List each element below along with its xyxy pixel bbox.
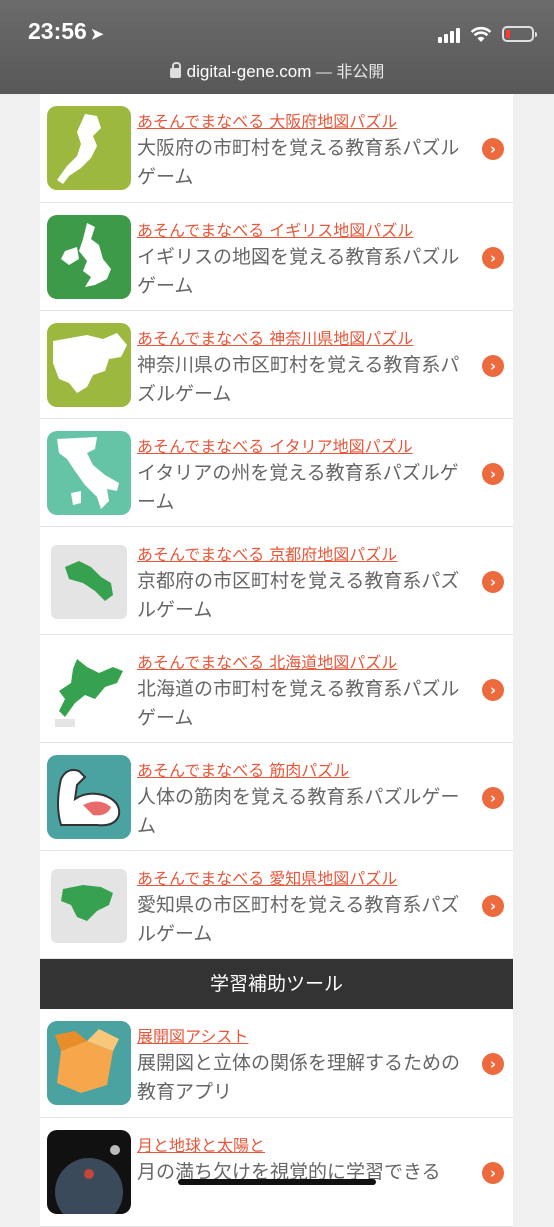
item-description: 愛知県の市区町村を覚える教育系パズルゲーム	[137, 894, 460, 945]
lock-icon	[169, 62, 181, 78]
list-item[interactable]: あそんでまなべる 大阪府地図パズル 大阪府の市町村を覚える教育系パズルゲーム ›	[40, 94, 513, 203]
item-description: イギリスの地図を覚える教育系パズルゲーム	[137, 246, 460, 297]
item-title[interactable]: あそんでまなべる 神奈川県地図パズル	[137, 325, 413, 349]
kyoto-map-icon	[47, 539, 131, 623]
item-title[interactable]: あそんでまなべる 北海道地図パズル	[137, 649, 397, 673]
osaka-map-icon	[47, 106, 131, 190]
chevron-right-icon[interactable]: ›	[482, 355, 504, 377]
list-item[interactable]: あそんでまなべる イタリア地図パズル イタリアの州を覚える教育系パズルゲーム ›	[40, 419, 513, 527]
chevron-right-icon[interactable]: ›	[482, 679, 504, 701]
item-title[interactable]: あそんでまなべる イギリス地図パズル	[137, 217, 413, 241]
item-title[interactable]: あそんでまなべる 京都府地図パズル	[137, 541, 397, 565]
wifi-icon	[470, 26, 492, 42]
uk-map-icon	[47, 215, 131, 299]
aichi-map-icon	[47, 863, 131, 947]
chevron-right-icon[interactable]: ›	[482, 571, 504, 593]
item-description: 北海道の市町村を覚える教育系パズルゲーム	[137, 678, 460, 729]
signal-icon	[438, 25, 460, 43]
item-title[interactable]: あそんでまなべる 愛知県地図パズル	[137, 865, 397, 889]
list-item[interactable]: あそんでまなべる 北海道地図パズル 北海道の市町村を覚える教育系パズルゲーム ›	[40, 635, 513, 743]
item-description: 人体の筋肉を覚える教育系パズルゲーム	[137, 786, 460, 837]
home-indicator[interactable]	[178, 1179, 376, 1185]
section-header: 学習補助ツール	[40, 959, 513, 1009]
system-icons	[438, 22, 537, 46]
list-item[interactable]: あそんでまなべる 神奈川県地図パズル 神奈川県の市区町村を覚える教育系パズルゲー…	[40, 311, 513, 419]
folding-box-icon	[47, 1021, 131, 1105]
chevron-right-icon[interactable]: ›	[482, 247, 504, 269]
item-description: 神奈川県の市区町村を覚える教育系パズルゲーム	[137, 354, 460, 405]
chevron-right-icon[interactable]: ›	[482, 1053, 504, 1075]
location-arrow-icon: ➤	[90, 26, 104, 43]
chevron-right-icon[interactable]: ›	[482, 787, 504, 809]
url-suffix: — 非公開	[311, 64, 385, 81]
list-item[interactable]: あそんでまなべる 筋肉パズル 人体の筋肉を覚える教育系パズルゲーム ›	[40, 743, 513, 851]
moon-earth-icon	[47, 1130, 131, 1214]
muscle-arm-icon	[47, 755, 131, 839]
content-list: あそんでまなべる 大阪府地図パズル 大阪府の市町村を覚える教育系パズルゲーム ›…	[40, 94, 513, 1227]
item-title[interactable]: 月と地球と太陽と	[137, 1132, 265, 1156]
kanagawa-map-icon	[47, 323, 131, 407]
item-title[interactable]: あそんでまなべる 筋肉パズル	[137, 757, 349, 781]
item-title[interactable]: あそんでまなべる 大阪府地図パズル	[137, 108, 397, 132]
item-title[interactable]: 展開図アシスト	[137, 1023, 248, 1047]
chevron-right-icon[interactable]: ›	[482, 463, 504, 485]
chevron-right-icon[interactable]: ›	[482, 895, 504, 917]
italy-map-icon	[47, 431, 131, 515]
item-description: 大阪府の市町村を覚える教育系パズルゲーム	[137, 137, 460, 188]
url-bar[interactable]: digital-gene.com — 非公開	[0, 58, 554, 82]
hokkaido-map-icon	[47, 647, 131, 731]
list-item[interactable]: 展開図アシスト 展開図と立体の関係を理解するための教育アプリ ›	[40, 1009, 513, 1118]
list-item[interactable]: 月と地球と太陽と 月の満ち欠けを視覚的に学習できる ›	[40, 1118, 513, 1227]
chevron-right-icon[interactable]: ›	[482, 1162, 504, 1184]
chevron-right-icon[interactable]: ›	[482, 138, 504, 160]
list-item[interactable]: あそんでまなべる イギリス地図パズル イギリスの地図を覚える教育系パズルゲーム …	[40, 203, 513, 311]
item-title[interactable]: あそんでまなべる イタリア地図パズル	[137, 433, 413, 457]
list-item[interactable]: あそんでまなべる 愛知県地図パズル 愛知県の市区町村を覚える教育系パズルゲーム …	[40, 851, 513, 959]
item-description: 展開図と立体の関係を理解するための教育アプリ	[137, 1052, 461, 1103]
url-domain: digital-gene.com	[186, 62, 312, 81]
battery-icon	[502, 26, 537, 42]
status-bar: 23:56 ➤ digital-gene.com — 非公開	[0, 0, 554, 94]
status-time: 23:56 ➤	[28, 18, 104, 44]
list-item[interactable]: あそんでまなべる 京都府地図パズル 京都府の市区町村を覚える教育系パズルゲーム …	[40, 527, 513, 635]
item-description: 京都府の市区町村を覚える教育系パズルゲーム	[137, 570, 460, 621]
item-description: イタリアの州を覚える教育系パズルゲーム	[137, 462, 459, 513]
